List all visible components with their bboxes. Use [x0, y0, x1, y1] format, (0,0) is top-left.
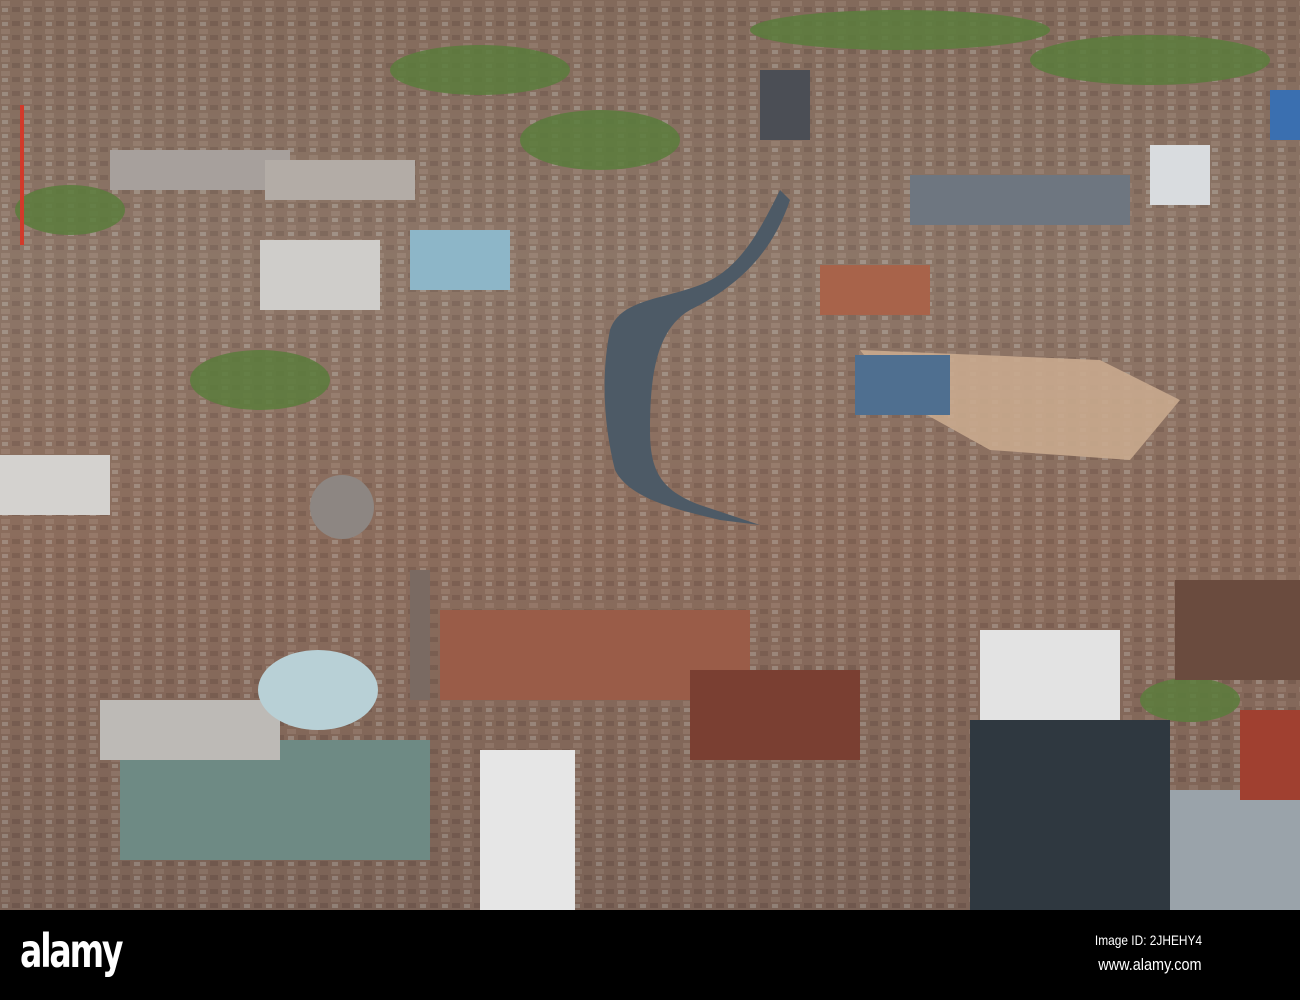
website-url: www.alamy.com	[1098, 955, 1202, 974]
glass-dome	[258, 650, 378, 730]
alamy-logo: alamy	[20, 924, 124, 978]
aerial-city-photo	[0, 0, 1300, 910]
image-id: Image ID: 2JHEHY4	[1094, 932, 1202, 948]
dome	[310, 475, 374, 539]
watermark-bar: alamy Image ID: 2JHEHY4 www.alamy.com	[0, 910, 1300, 1000]
